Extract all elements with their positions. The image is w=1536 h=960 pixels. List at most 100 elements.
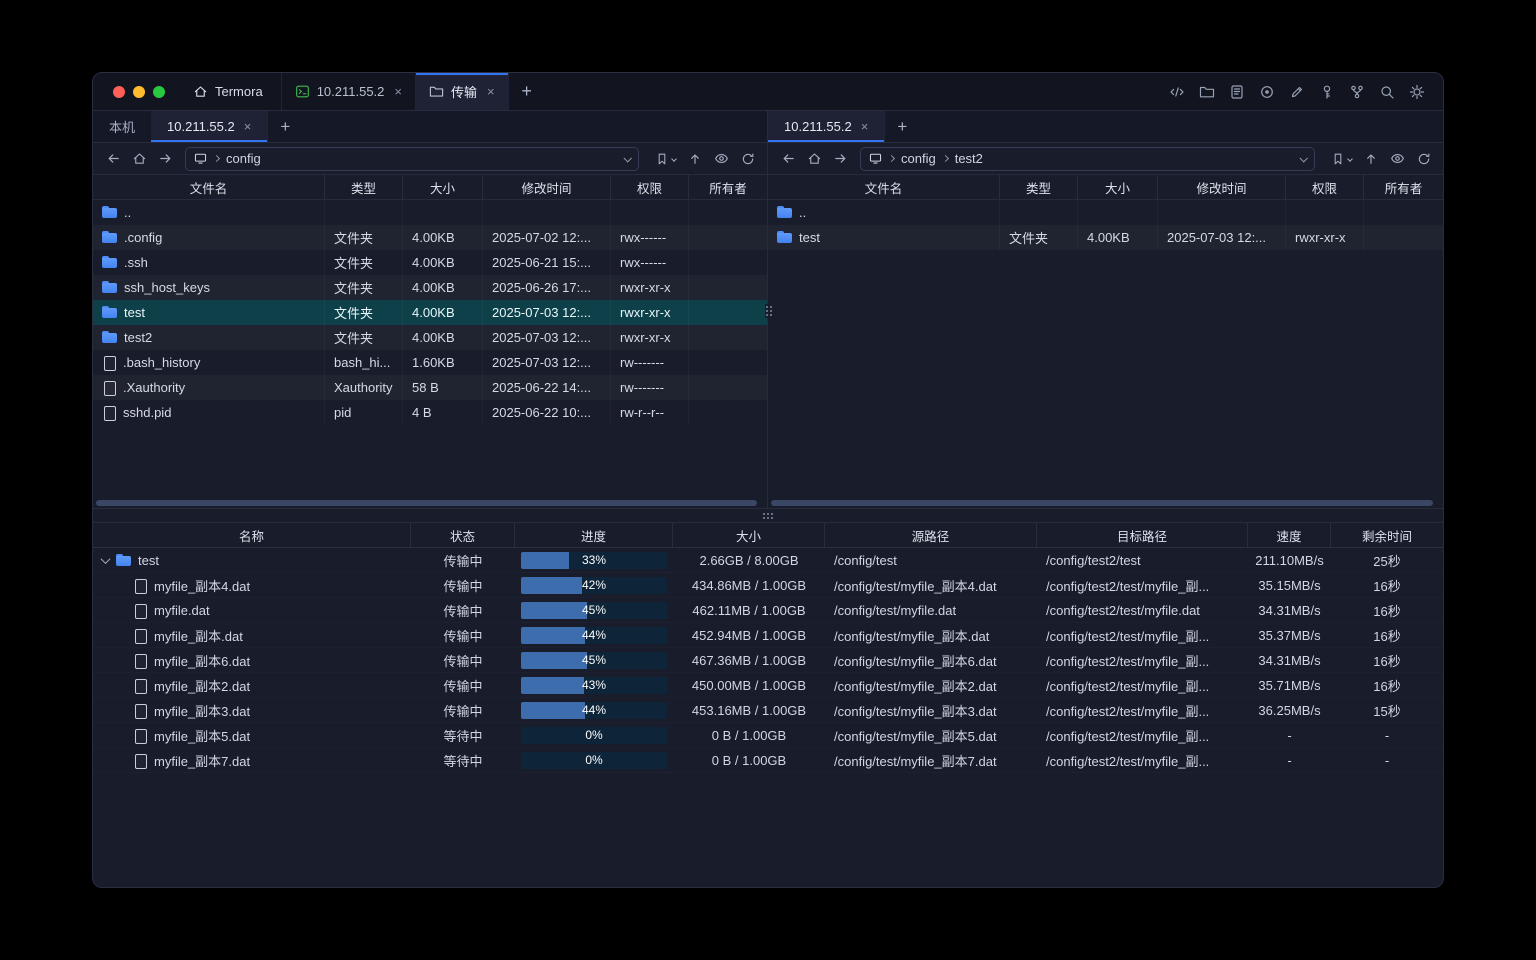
close-window-button[interactable] — [113, 86, 125, 98]
refresh-button[interactable] — [1413, 147, 1435, 171]
column-header[interactable]: 所有者 — [689, 175, 767, 199]
scrollbar-thumb[interactable] — [96, 500, 757, 506]
search-icon[interactable] — [1374, 79, 1399, 104]
upload-button[interactable] — [1360, 147, 1382, 171]
breadcrumb-segment[interactable]: test2 — [955, 151, 983, 166]
column-header[interactable]: 名称 — [93, 523, 411, 547]
file-row[interactable]: .config 文件夹 4.00KB 2025-07-02 12:... rwx… — [93, 225, 767, 250]
titlebar-tab-transfer[interactable]: 传输 × — [415, 73, 509, 110]
transfer-row[interactable]: myfile_副本6.dat 传输中 45% 467.36MB / 1.00GB… — [93, 648, 1443, 673]
splitter-handle[interactable] — [763, 513, 773, 519]
transfer-row[interactable]: myfile_副本.dat 传输中 44% 452.94MB / 1.00GB … — [93, 623, 1443, 648]
file-row[interactable]: ssh_host_keys 文件夹 4.00KB 2025-06-26 17:.… — [93, 275, 767, 300]
horizontal-splitter[interactable] — [93, 509, 1443, 523]
column-header[interactable]: 权限 — [1286, 175, 1364, 199]
settings-icon[interactable] — [1404, 79, 1429, 104]
forward-icon[interactable] — [153, 147, 177, 171]
close-icon[interactable]: × — [394, 84, 402, 99]
transfer-name: myfile_副本.dat — [154, 626, 243, 645]
transfer-row[interactable]: myfile_副本5.dat 等待中 0% 0 B / 1.00GB /conf… — [93, 723, 1443, 748]
transfer-row[interactable]: myfile_副本4.dat 传输中 42% 434.86MB / 1.00GB… — [93, 573, 1443, 598]
app-home[interactable]: Termora — [181, 73, 281, 110]
column-header[interactable]: 修改时间 — [1158, 175, 1286, 199]
file-row[interactable]: .. — [768, 200, 1443, 225]
tab-remote-host[interactable]: 10.211.55.2 × — [768, 111, 885, 142]
forward-icon[interactable] — [828, 147, 852, 171]
scrollbar-thumb[interactable] — [771, 500, 1433, 506]
transfer-target: /config/test2/test/myfile_副... — [1037, 648, 1248, 672]
column-header[interactable]: 类型 — [325, 175, 403, 199]
file-row[interactable]: test2 文件夹 4.00KB 2025-07-03 12:... rwxr-… — [93, 325, 767, 350]
home-icon[interactable] — [127, 147, 151, 171]
show-hidden-button[interactable] — [1386, 147, 1409, 171]
tab-local[interactable]: 本机 — [93, 111, 151, 142]
chevron-down-icon[interactable] — [101, 554, 111, 564]
new-tab-button[interactable]: + — [509, 73, 545, 110]
column-header[interactable]: 类型 — [1000, 175, 1078, 199]
folder-icon[interactable] — [1194, 79, 1219, 104]
tab-remote-host[interactable]: 10.211.55.2 × — [151, 111, 268, 142]
column-header[interactable]: 大小 — [673, 523, 825, 547]
titlebar-tab-host[interactable]: 10.211.55.2 × — [281, 73, 415, 110]
bookmark-button[interactable] — [651, 147, 680, 171]
transfer-row[interactable]: myfile.dat 传输中 45% 462.11MB / 1.00GB /co… — [93, 598, 1443, 623]
file-row[interactable]: test 文件夹 4.00KB 2025-07-03 12:... rwxr-x… — [768, 225, 1443, 250]
chevron-down-icon[interactable] — [623, 154, 631, 162]
file-perm: rwx------ — [611, 250, 689, 275]
vertical-splitter-handle[interactable] — [765, 304, 773, 318]
new-pane-tab-button[interactable]: + — [268, 111, 302, 142]
edit-icon[interactable] — [1284, 79, 1309, 104]
file-row[interactable]: .bash_history bash_hi... 1.60KB 2025-07-… — [93, 350, 767, 375]
path-breadcrumb[interactable]: config test2 — [860, 147, 1315, 171]
transfer-row[interactable]: myfile_副本2.dat 传输中 43% 450.00MB / 1.00GB… — [93, 673, 1443, 698]
breadcrumb-segment[interactable]: config — [226, 151, 261, 166]
close-icon[interactable]: × — [487, 84, 495, 99]
column-header[interactable]: 文件名 — [768, 175, 1000, 199]
transfer-status: 传输中 — [411, 598, 515, 622]
right-horizontal-scrollbar[interactable] — [768, 498, 1443, 508]
home-icon[interactable] — [802, 147, 826, 171]
maximize-window-button[interactable] — [153, 86, 165, 98]
chevron-down-icon[interactable] — [1299, 154, 1307, 162]
transfer-status: 传输中 — [411, 573, 515, 597]
column-header[interactable]: 剩余时间 — [1331, 523, 1443, 547]
file-row[interactable]: .ssh 文件夹 4.00KB 2025-06-21 15:... rwx---… — [93, 250, 767, 275]
file-row-selected[interactable]: test 文件夹 4.00KB 2025-07-03 12:... rwxr-x… — [93, 300, 767, 325]
file-icon — [133, 754, 147, 767]
column-header[interactable]: 进度 — [515, 523, 673, 547]
column-header[interactable]: 大小 — [1078, 175, 1158, 199]
column-header[interactable]: 权限 — [611, 175, 689, 199]
file-row[interactable]: sshd.pid pid 4 B 2025-06-22 10:... rw-r-… — [93, 400, 767, 425]
log-icon[interactable] — [1224, 79, 1249, 104]
column-header[interactable]: 大小 — [403, 175, 483, 199]
minimize-window-button[interactable] — [133, 86, 145, 98]
column-header[interactable]: 状态 — [411, 523, 515, 547]
column-header[interactable]: 所有者 — [1364, 175, 1443, 199]
transfer-row[interactable]: myfile_副本7.dat 等待中 0% 0 B / 1.00GB /conf… — [93, 748, 1443, 773]
file-row[interactable]: .Xauthority Xauthority 58 B 2025-06-22 1… — [93, 375, 767, 400]
bookmark-button[interactable] — [1327, 147, 1356, 171]
upload-button[interactable] — [684, 147, 706, 171]
back-icon[interactable] — [101, 147, 125, 171]
column-header[interactable]: 文件名 — [93, 175, 325, 199]
transfer-row[interactable]: test 传输中 33% 2.66GB / 8.00GB /config/tes… — [93, 548, 1443, 573]
breadcrumb-segment[interactable]: config — [901, 151, 936, 166]
show-hidden-button[interactable] — [710, 147, 733, 171]
transfer-row[interactable]: myfile_副本3.dat 传输中 44% 453.16MB / 1.00GB… — [93, 698, 1443, 723]
refresh-button[interactable] — [737, 147, 759, 171]
column-header[interactable]: 目标路径 — [1037, 523, 1248, 547]
key-icon[interactable] — [1314, 79, 1339, 104]
branch-icon[interactable] — [1344, 79, 1369, 104]
close-icon[interactable]: × — [244, 119, 252, 134]
column-header[interactable]: 速度 — [1248, 523, 1331, 547]
file-row[interactable]: .. — [93, 200, 767, 225]
column-header[interactable]: 源路径 — [825, 523, 1037, 547]
record-icon[interactable] — [1254, 79, 1279, 104]
path-breadcrumb[interactable]: config — [185, 147, 639, 171]
new-pane-tab-button[interactable]: + — [885, 111, 919, 142]
code-icon[interactable] — [1164, 79, 1189, 104]
left-horizontal-scrollbar[interactable] — [93, 498, 767, 508]
column-header[interactable]: 修改时间 — [483, 175, 611, 199]
close-icon[interactable]: × — [861, 119, 869, 134]
back-icon[interactable] — [776, 147, 800, 171]
